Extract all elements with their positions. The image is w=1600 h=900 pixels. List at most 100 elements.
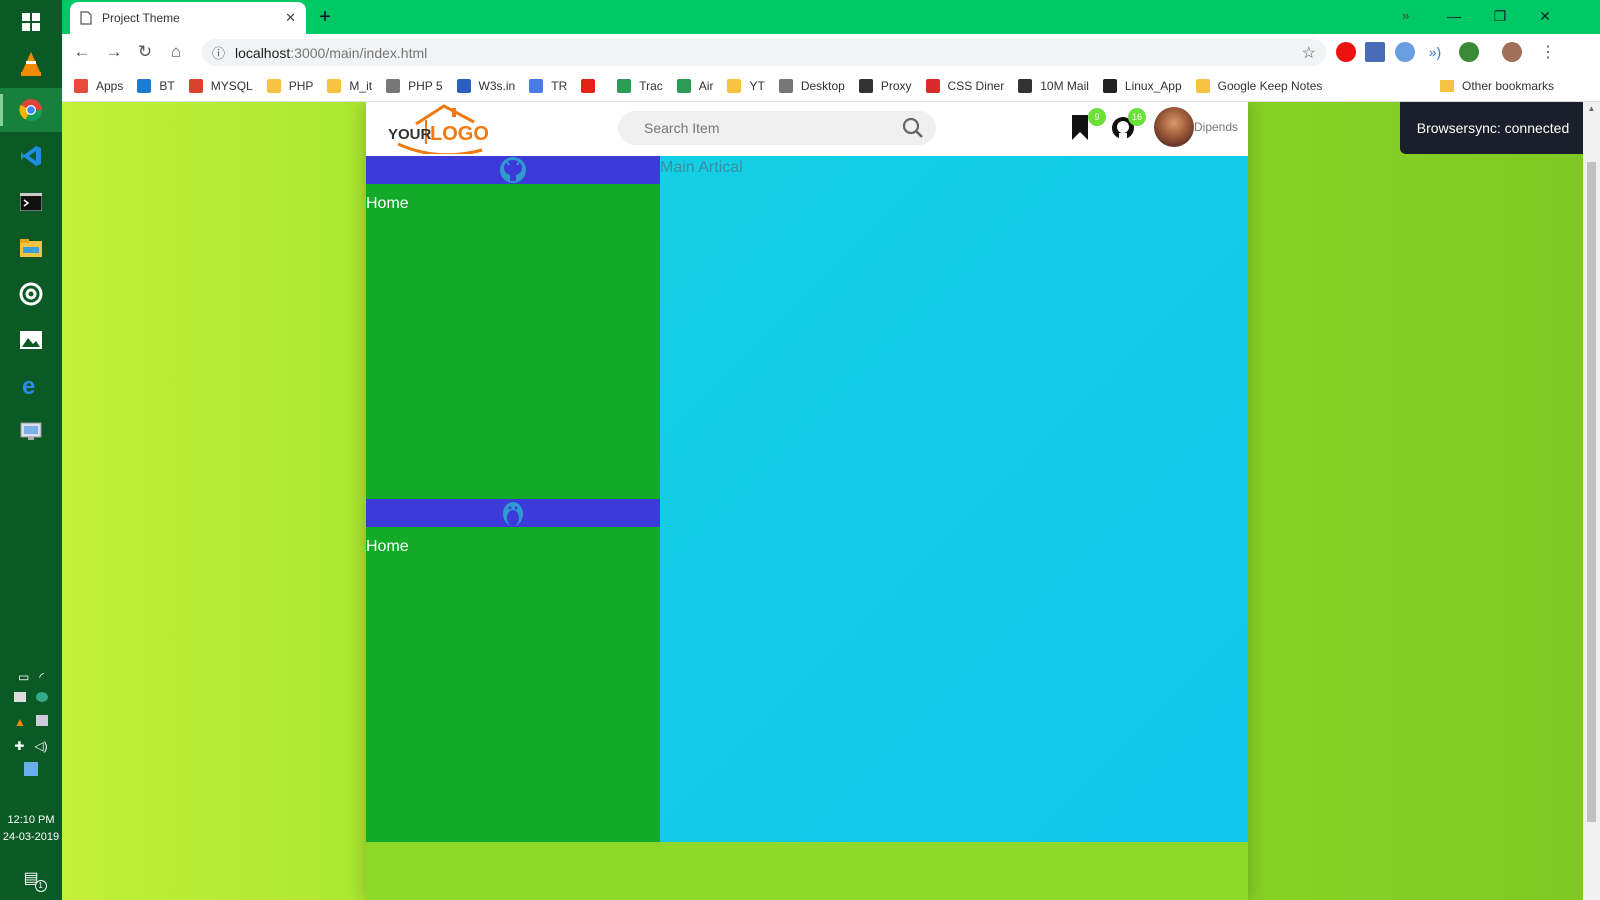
extension-opera-icon[interactable] xyxy=(1336,42,1356,62)
bookmark-item[interactable] xyxy=(581,78,603,93)
bookmark-label: BT xyxy=(159,78,175,93)
chrome-menu-icon[interactable]: ⋮ xyxy=(1540,42,1556,62)
username[interactable]: Dipends xyxy=(1194,120,1238,134)
vlc-icon xyxy=(21,52,41,76)
plane-icon xyxy=(676,78,691,93)
taskbar-remote[interactable] xyxy=(0,410,62,454)
reload-button[interactable]: ↻ xyxy=(133,40,157,64)
forward-button[interactable]: → xyxy=(102,40,126,64)
folder-icon xyxy=(327,78,342,93)
tray-row-4: ✚ ◁) xyxy=(0,739,62,753)
bookmark-label: MYSQL xyxy=(210,78,253,93)
tab-title: Project Theme xyxy=(102,11,180,25)
taskbar-terminal[interactable] xyxy=(0,180,62,224)
bookmarks-button[interactable]: 9 xyxy=(1070,108,1106,144)
start-button[interactable] xyxy=(0,0,62,44)
notification-count: 1 xyxy=(34,880,47,892)
taskbar-photos[interactable] xyxy=(0,318,62,362)
user-avatar[interactable] xyxy=(1154,107,1194,147)
bookmark-item[interactable]: Apps xyxy=(74,78,123,93)
info-icon[interactable]: ⓘ xyxy=(212,43,225,62)
profile-avatar[interactable] xyxy=(1502,42,1522,62)
bookmark-item[interactable]: 10M Mail xyxy=(1018,78,1089,93)
taskbar-target[interactable] xyxy=(0,272,62,316)
notifications-icon: ▤ 1 xyxy=(23,868,47,892)
site-header: YOUR LOGO 9 16 Dipends xyxy=(366,102,1248,157)
site-logo[interactable]: YOUR LOGO xyxy=(388,104,489,157)
app-tray-icon[interactable] xyxy=(24,762,38,776)
vertical-scrollbar[interactable]: ▲ xyxy=(1583,102,1600,900)
github-icon[interactable] xyxy=(498,156,528,184)
taskbar-edge[interactable]: e xyxy=(0,364,62,408)
bookmark-item[interactable]: Linux_App xyxy=(1102,78,1182,93)
volume-icon[interactable]: ◁) xyxy=(34,739,47,753)
extension-audio-icon[interactable]: ») xyxy=(1425,42,1445,62)
url-path: :3000/main/index.html xyxy=(290,44,428,61)
display-icon[interactable] xyxy=(14,692,26,702)
search-input[interactable] xyxy=(644,120,894,136)
tray-row-5 xyxy=(0,762,62,776)
taskbar-chrome[interactable] xyxy=(0,88,62,132)
taskbar-explorer[interactable] xyxy=(0,226,62,270)
extension-save-icon[interactable] xyxy=(1365,42,1385,62)
dot-icon xyxy=(925,78,940,93)
photos-icon xyxy=(20,331,42,349)
translate-icon xyxy=(529,78,544,93)
bookmark-item[interactable]: M_it xyxy=(327,78,373,93)
page-icon xyxy=(80,11,92,25)
gmail-icon xyxy=(188,78,203,93)
bookmark-star-icon[interactable]: ☆ xyxy=(1302,43,1316,63)
bookmark-item[interactable]: BT xyxy=(137,78,175,93)
bookmark-item[interactable]: YT xyxy=(727,78,765,93)
close-window-button[interactable]: ✕ xyxy=(1523,4,1567,28)
folder-icon xyxy=(1440,80,1454,92)
github-header-button[interactable]: 16 xyxy=(1110,108,1146,144)
bookmark-item[interactable]: MYSQL xyxy=(188,78,253,93)
bookmark-item[interactable]: Proxy xyxy=(858,78,912,93)
bookmark-label: M_it xyxy=(349,78,373,93)
folder-icon xyxy=(266,78,281,93)
scroll-thumb[interactable] xyxy=(1587,162,1596,822)
new-tab-button[interactable]: + xyxy=(314,6,336,28)
bookmark-item[interactable]: Google Keep Notes xyxy=(1195,78,1322,93)
search-icon[interactable] xyxy=(902,117,924,139)
back-button[interactable]: ← xyxy=(70,40,94,64)
bookmark-item[interactable]: TR xyxy=(529,78,567,93)
vlc-tray-icon[interactable]: ▲ xyxy=(14,715,26,729)
bookmark-item[interactable]: Air xyxy=(676,78,713,93)
wifi-icon[interactable]: ◜ xyxy=(39,670,44,684)
battery-icon[interactable]: ▭ xyxy=(18,670,29,684)
home-button[interactable]: ⌂ xyxy=(164,40,188,64)
extension-blue-icon[interactable] xyxy=(1395,42,1415,62)
close-tab-icon[interactable]: ✕ xyxy=(285,10,296,26)
tab-project-theme[interactable]: Project Theme ✕ xyxy=(70,2,306,34)
bookmark-label: PHP 5 xyxy=(408,78,443,93)
scroll-up-arrow[interactable]: ▲ xyxy=(1583,104,1600,113)
security-icon[interactable]: ✚ xyxy=(14,739,24,753)
action-center-button[interactable]: ▤ 1 xyxy=(0,856,62,900)
restore-button[interactable]: ❐ xyxy=(1478,4,1522,28)
bookmark-item[interactable]: Trac xyxy=(617,78,663,93)
monitor-icon[interactable] xyxy=(35,715,48,726)
system-clock[interactable]: 12:10 PM 24-03-2019 xyxy=(0,812,62,846)
taskbar-vscode[interactable] xyxy=(0,134,62,178)
sidebar-link-home-1[interactable]: Home xyxy=(366,184,660,499)
clock-date: 24-03-2019 xyxy=(2,831,60,843)
page-viewport: YOUR LOGO 9 16 Dipends xyxy=(62,102,1600,900)
minimize-button[interactable]: — xyxy=(1432,4,1476,28)
extension-globe-icon[interactable] xyxy=(1459,42,1479,62)
bookmarks-overflow-button[interactable]: » xyxy=(1402,0,1409,32)
bookmark-item[interactable]: W3s.in xyxy=(456,78,515,93)
other-bookmarks[interactable]: Other bookmarks xyxy=(1440,70,1586,102)
sidebar-link-home-2[interactable]: Home xyxy=(366,527,660,842)
bookmark-item[interactable]: PHP xyxy=(266,78,313,93)
address-bar[interactable]: ⓘ localhost:3000/main/index.html ☆ xyxy=(202,39,1326,66)
bookmark-item[interactable]: Desktop xyxy=(778,78,845,93)
bookmark-item[interactable]: PHP 5 xyxy=(386,78,443,93)
edge-icon: e xyxy=(22,375,35,397)
taskbar-vlc[interactable] xyxy=(0,42,62,86)
network-globe-icon[interactable] xyxy=(36,692,48,702)
bookmark-item[interactable]: CSS Diner xyxy=(925,78,1004,93)
linux-icon[interactable] xyxy=(499,500,527,527)
bookmark-badge: 9 xyxy=(1088,108,1106,126)
